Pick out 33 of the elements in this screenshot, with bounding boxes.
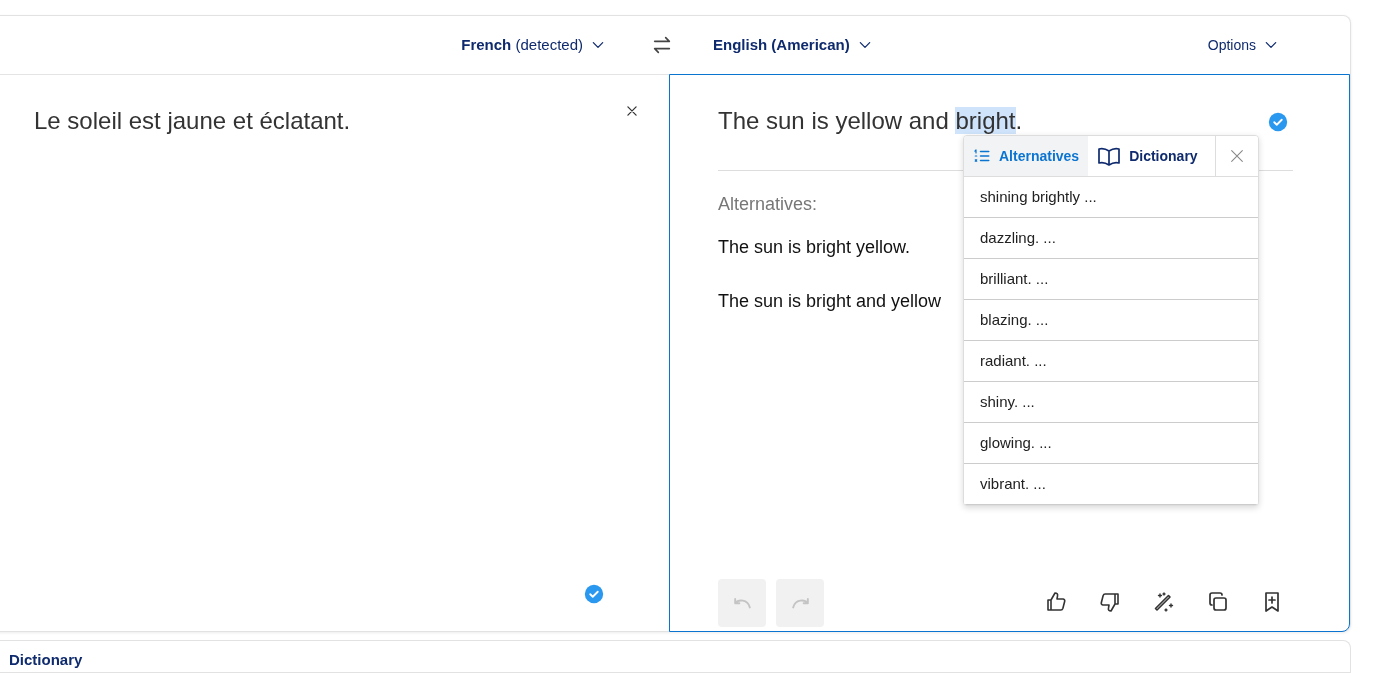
clear-button[interactable] [624, 103, 640, 119]
alternative-word-option[interactable]: dazzling. ... [964, 218, 1258, 259]
copy-button[interactable] [1206, 590, 1230, 614]
thumbs-down-icon [1098, 590, 1122, 614]
undo-arrow-icon [733, 597, 751, 609]
alternative-word-option[interactable]: shining brightly ... [964, 177, 1258, 218]
copy-icon [1206, 590, 1230, 614]
source-language-dropdown[interactable]: French (detected) [455, 29, 611, 61]
list-icon [973, 147, 991, 165]
alternative-word-option[interactable]: glowing. ... [964, 423, 1258, 464]
target-language-dropdown[interactable]: English (American) [707, 29, 878, 61]
alternative-word-option[interactable]: brilliant. ... [964, 259, 1258, 300]
options-dropdown[interactable]: Options [1201, 30, 1284, 60]
alternatives-heading: Alternatives: [718, 193, 818, 216]
alternative-word-option[interactable]: blazing. ... [964, 300, 1258, 341]
alternative-translation[interactable]: The sun is bright yellow. [718, 235, 942, 259]
magic-wand-icon [1152, 590, 1176, 614]
alternative-word-option[interactable]: vibrant. ... [964, 464, 1258, 505]
close-icon [625, 104, 639, 118]
close-icon [1229, 148, 1245, 164]
alternative-word-option[interactable]: radiant. ... [964, 341, 1258, 382]
translated-text: The sun is yellow and bright. [718, 106, 1023, 136]
dictionary-heading: Dictionary [9, 650, 83, 670]
thumbs-up-icon [1044, 590, 1068, 614]
improve-button[interactable] [1152, 590, 1176, 614]
thumbs-up-button[interactable] [1044, 590, 1068, 614]
thumbs-down-button[interactable] [1098, 590, 1122, 614]
source-text[interactable]: Le soleil est jaune et éclatant. [34, 103, 351, 139]
alternative-translation[interactable]: The sun is bright and yellow [718, 289, 942, 313]
redo-arrow-icon [791, 597, 809, 609]
popup-tab[interactable]: Alternatives [964, 136, 1089, 176]
swap-arrows-icon [651, 34, 673, 56]
alternative-word-option[interactable]: shiny. ... [964, 382, 1258, 423]
